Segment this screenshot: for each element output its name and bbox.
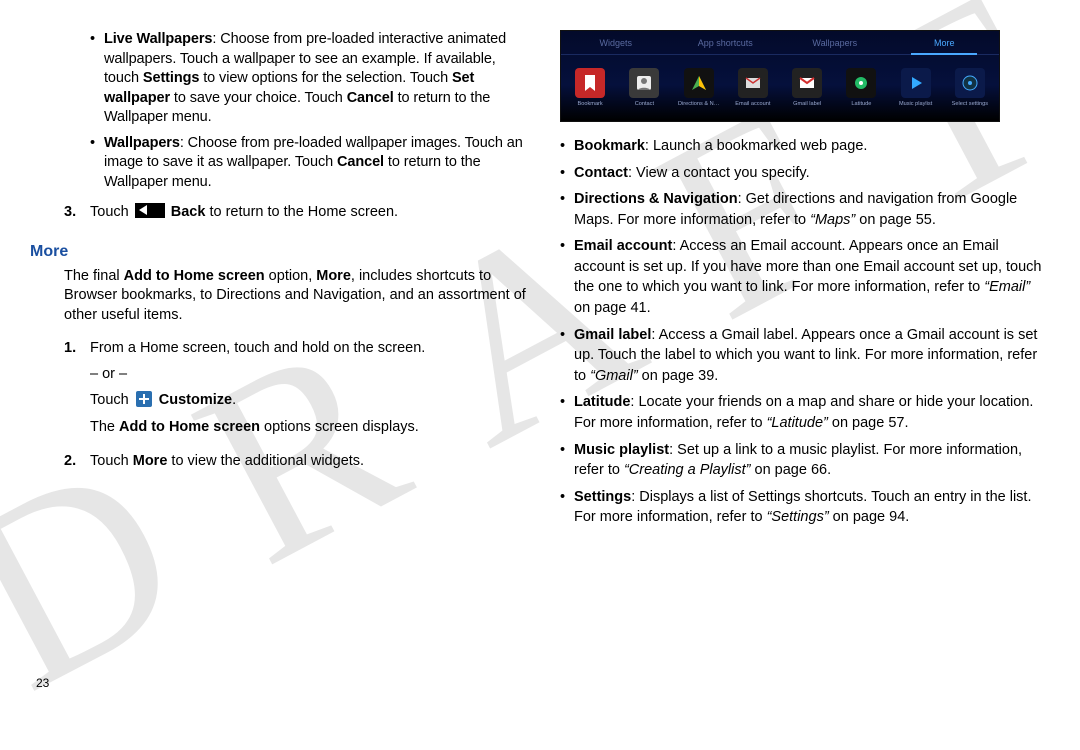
step: 1. From a Home screen, touch and hold on … bbox=[64, 335, 530, 439]
step: 2. Touch More to view the additional widg… bbox=[64, 448, 530, 474]
step-number: 2. bbox=[64, 448, 76, 474]
screenshot-app-cell: Music playlist bbox=[892, 68, 940, 108]
feature-item: Email account: Access an Email account. … bbox=[560, 236, 1050, 318]
feature-item: Music playlist: Set up a link to a music… bbox=[560, 440, 1050, 481]
screenshot-app-cell: Email account bbox=[729, 68, 777, 108]
gmail-icon bbox=[792, 68, 822, 98]
screenshot-app-label: Music playlist bbox=[899, 102, 932, 108]
more-steps: 1. From a Home screen, touch and hold on … bbox=[30, 335, 530, 473]
step-number: 3. bbox=[64, 199, 76, 225]
step-number: 1. bbox=[64, 335, 76, 361]
more-heading: More bbox=[30, 243, 530, 261]
screenshot-tabs: WidgetsApp shortcutsWallpapersMore bbox=[561, 31, 999, 55]
step-line: From a Home screen, touch and hold on th… bbox=[90, 335, 530, 361]
screenshot-app-label: Contact bbox=[635, 102, 654, 108]
wallpaper-bullet: Live Wallpapers: Choose from pre-loaded … bbox=[90, 30, 530, 128]
dir-icon bbox=[684, 68, 714, 98]
feature-item: Directions & Navigation: Get directions … bbox=[560, 189, 1050, 230]
music-icon bbox=[901, 68, 931, 98]
feature-item: Latitude: Locate your friends on a map a… bbox=[560, 392, 1050, 433]
add-to-home-screenshot: WidgetsApp shortcutsWallpapersMore Bookm… bbox=[560, 30, 1000, 122]
screenshot-app-label: Latitude bbox=[851, 102, 871, 108]
left-column: Live Wallpapers: Choose from pre-loaded … bbox=[30, 30, 530, 534]
step-line: – or – bbox=[90, 361, 530, 387]
screenshot-tab: More bbox=[890, 31, 1000, 54]
screenshot-app-label: Select settings bbox=[952, 102, 988, 108]
feature-item: Bookmark: Launch a bookmarked web page. bbox=[560, 136, 1050, 157]
step-3: 3. Touch Back to return to the Home scre… bbox=[64, 199, 530, 225]
screenshot-app-label: Gmail label bbox=[793, 102, 821, 108]
screenshot-app-cell: Gmail label bbox=[783, 68, 831, 108]
wallpaper-bullet: Wallpapers: Choose from pre-loaded wallp… bbox=[90, 134, 530, 193]
step-3-text: Touch Back to return to the Home screen. bbox=[90, 204, 398, 220]
screenshot-tab: App shortcuts bbox=[671, 31, 781, 54]
more-intro: The final Add to Home screen option, Mor… bbox=[30, 267, 530, 326]
step-line: The Add to Home screen options screen di… bbox=[90, 414, 530, 440]
screenshot-tab: Widgets bbox=[561, 31, 671, 54]
step-line: Touch Customize. bbox=[90, 387, 530, 413]
plus-icon bbox=[136, 391, 152, 407]
lat-icon bbox=[846, 68, 876, 98]
screenshot-app-cell: Bookmark bbox=[566, 68, 614, 108]
right-column: WidgetsApp shortcutsWallpapersMore Bookm… bbox=[550, 30, 1050, 534]
feature-item: Contact: View a contact you specify. bbox=[560, 163, 1050, 184]
email-icon bbox=[738, 68, 768, 98]
screenshot-app-cell: Select settings bbox=[946, 68, 994, 108]
screenshot-app-label: Bookmark bbox=[578, 102, 603, 108]
settings-icon bbox=[955, 68, 985, 98]
screenshot-app-label: Email account bbox=[735, 102, 770, 108]
screenshot-app-cell: Directions & N… bbox=[675, 68, 723, 108]
feature-item: Gmail label: Access a Gmail label. Appea… bbox=[560, 325, 1050, 387]
screenshot-icon-row: Bookmark Contact Directions & N… Email acco… bbox=[561, 55, 999, 119]
screenshot-app-cell: Latitude bbox=[837, 68, 885, 108]
screenshot-app-cell: Contact bbox=[620, 68, 668, 108]
screenshot-tab: Wallpapers bbox=[780, 31, 890, 54]
screenshot-app-label: Directions & N… bbox=[678, 102, 719, 108]
page-number: 23 bbox=[36, 676, 49, 690]
bookmark-icon bbox=[575, 68, 605, 98]
back-icon bbox=[135, 203, 165, 218]
wallpaper-bullets: Live Wallpapers: Choose from pre-loaded … bbox=[30, 30, 530, 193]
step-line: Touch More to view the additional widget… bbox=[90, 448, 530, 474]
feature-list: Bookmark: Launch a bookmarked web page. C… bbox=[550, 136, 1050, 528]
feature-item: Settings: Displays a list of Settings sh… bbox=[560, 487, 1050, 528]
contact-icon bbox=[629, 68, 659, 98]
page-columns: Live Wallpapers: Choose from pre-loaded … bbox=[0, 0, 1080, 534]
